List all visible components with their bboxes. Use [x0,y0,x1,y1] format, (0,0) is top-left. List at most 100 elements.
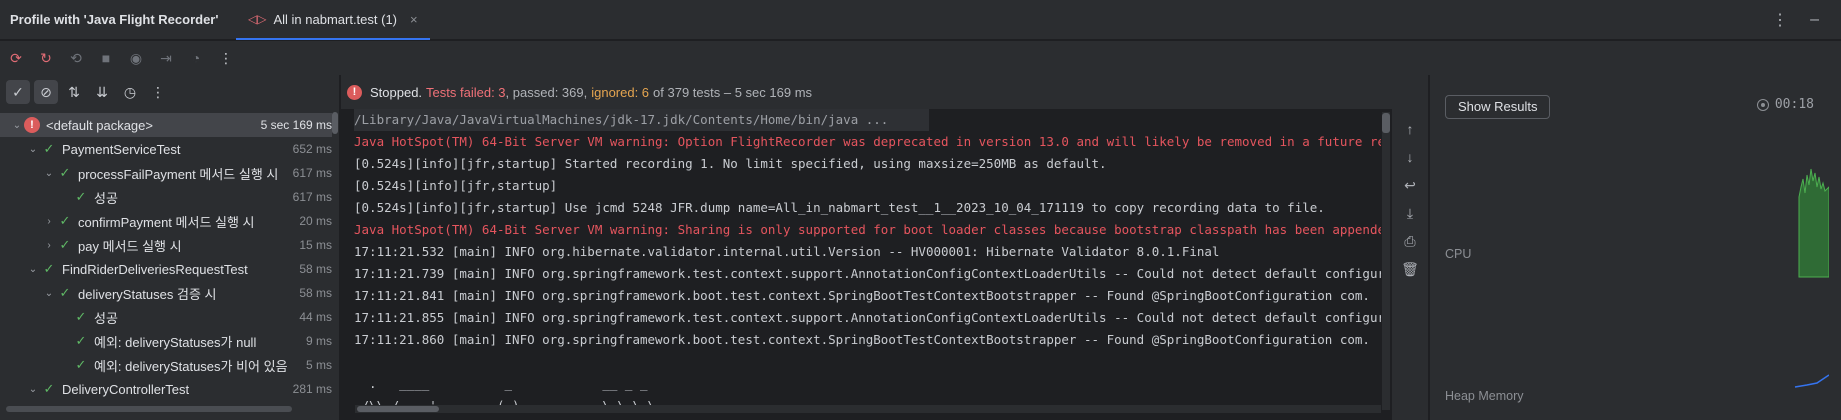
test-tree: ⌄! <default package> 5 sec 169 ms ⌄ ✓ Payment… [0,113,332,401]
tab-label: All in nabmart.test (1) [273,11,398,27]
minimize-icon[interactable]: – [1810,11,1819,29]
chevron-down-icon[interactable]: ⌄ [42,168,56,179]
test-passed-icon: ✓ [43,141,55,156]
tab-all-in-nabmart-test[interactable]: ◁▷ All in nabmart.test (1) × [236,0,430,40]
chevron-down-icon[interactable]: ⌄ [26,264,40,275]
tree-row-duration: 15 ms [296,233,332,257]
trash-icon[interactable]: 🗑 [1398,257,1422,281]
console-line: 17:11:21.532 [main] INFO org.hibernate.v… [354,244,1220,259]
console-line: Java HotSpot(TM) 64-Bit Server VM warnin… [354,134,1381,149]
stop-icon[interactable]: ■ [94,46,118,70]
test-failed-icon: ◁▷ [248,12,267,26]
chevron-right-icon[interactable]: › [42,240,56,251]
tree-row-duration: 617 ms [289,161,332,185]
tree-row[interactable]: ✓ 성공 44 ms [0,305,332,329]
rerun-failed-icon[interactable]: ⟳ [4,46,28,70]
console-output[interactable]: /Library/Java/JavaVirtualMachines/jdk-17… [341,109,1381,420]
tree-row-label: PaymentServiceTest [62,141,181,157]
tree-vertical-scrollbar[interactable] [332,112,338,134]
options-menu-icon[interactable]: ⋮ [1772,10,1788,30]
rerun-icon[interactable]: ↻ [34,46,58,70]
scroll-to-end-icon[interactable]: ⤓ [1398,201,1422,225]
test-passed-icon: ✓ [75,189,87,204]
test-passed-icon: ✓ [75,309,87,324]
chevron-down-icon[interactable]: ⌄ [42,288,56,299]
tree-row-label: 성공 [94,310,118,326]
tree-row-label: 성공 [94,190,118,206]
history-icon[interactable]: ◷ [118,80,142,104]
tree-row[interactable]: ✓ 예외: deliveryStatuses가 null 9 ms [0,329,332,353]
test-failed-icon: ! [24,117,40,133]
console-line: 17:11:21.841 [main] INFO org.springframe… [354,288,1370,303]
tree-row[interactable]: ⌄ ✓ processFailPayment 메서드 실행 시 617 ms [0,161,332,185]
tree-row-label: FindRiderDeliveriesRequestTest [62,261,248,277]
tree-row[interactable]: ⌄ ✓ deliveryStatuses 검증 시 58 ms [0,281,332,305]
export-icon[interactable]: ⇥ [154,46,178,70]
debug-failed-icon[interactable]: ⟲ [64,46,88,70]
status-ignored-count: ignored: 6 [591,84,650,100]
sort-duration-icon[interactable]: ⇊ [90,80,114,104]
tree-row-duration: 652 ms [289,137,332,161]
test-passed-icon: ✓ [43,381,55,396]
test-status-summary: ! Stopped. Tests failed: 3 , passed: 369… [341,75,1428,109]
up-arrow-icon[interactable]: ↑ [1398,117,1422,141]
error-icon: ! [347,84,362,100]
print-icon[interactable]: ⎙ [1398,229,1422,253]
close-tab-icon[interactable]: × [410,12,418,27]
console-line: 17:11:21.860 [main] INFO org.springframe… [354,332,1370,347]
console-horizontal-thumb[interactable] [357,406,439,412]
test-passed-icon: ✓ [59,285,71,300]
run-toolbar: ⟳ ↻ ⟲ ■ ◉ ⇥ ◔ ⋮ [0,41,1841,75]
tree-row-label: deliveryStatuses 검증 시 [78,286,217,302]
test-passed-icon: ✓ [59,165,71,180]
tree-row[interactable]: ⌄ ✓ DeliveryControllerTest 281 ms [0,377,332,401]
down-arrow-icon[interactable]: ↓ [1398,145,1422,169]
tree-row-duration: 9 ms [302,329,332,353]
sort-alpha-icon[interactable]: ⇅ [62,80,86,104]
title-bar: Profile with 'Java Flight Recorder' ◁▷ A… [0,0,1841,40]
console-line: Java HotSpot(TM) 64-Bit Server VM warnin… [354,222,1381,237]
test-passed-icon: ✓ [75,333,87,348]
coverage-icon[interactable]: ◔ [184,46,208,70]
console-line: [0.524s][info][jfr,startup] [354,178,558,193]
tree-row-duration: 44 ms [296,305,332,329]
tree-row[interactable]: › ✓ pay 메서드 실행 시 15 ms [0,233,332,257]
cpu-label: CPU [1445,247,1472,261]
more-icon[interactable]: ⋮ [146,80,170,104]
tree-row[interactable]: ✓ 예외: deliveryStatuses가 비어 있음 5 ms [0,353,332,377]
record-icon [1756,98,1769,111]
chevron-down-icon[interactable]: ⌄ [26,384,40,395]
console-side-toolbar: ↑ ↓ ↩ ⤓ ⎙ 🗑 [1392,109,1428,420]
tree-row[interactable]: ⌄ ✓ PaymentServiceTest 652 ms [0,137,332,161]
tree-row[interactable]: ⌄ ✓ FindRiderDeliveriesRequestTest 58 ms [0,257,332,281]
tree-row-duration: 617 ms [289,185,332,209]
status-total: of 379 tests – 5 sec 169 ms [653,84,813,100]
tree-row-label: <default package> [46,117,153,133]
tool-window-title: Profile with 'Java Flight Recorder' [10,12,219,27]
soft-wrap-icon[interactable]: ↩ [1398,173,1422,197]
tree-row[interactable]: ✓ 성공 617 ms [0,185,332,209]
show-ignored-icon[interactable]: ⊘ [34,80,58,104]
console-line: /Library/Java/JavaVirtualMachines/jdk-17… [354,109,929,131]
heap-memory-label: Heap Memory [1445,389,1524,403]
show-passed-icon[interactable]: ✓ [6,80,30,104]
test-passed-icon: ✓ [75,357,87,372]
show-results-button[interactable]: Show Results [1445,95,1551,119]
tree-row-label: pay 메서드 실행 시 [78,238,182,254]
tree-row[interactable]: ⌄! <default package> 5 sec 169 ms [0,113,332,137]
console-vertical-scrollbar[interactable] [1382,112,1390,410]
chevron-down-icon[interactable]: ⌄ [26,144,40,155]
status-failed-count: Tests failed: 3 [426,84,506,100]
tree-row[interactable]: › ✓ confirmPayment 메서드 실행 시 20 ms [0,209,332,233]
tree-horizontal-scrollbar[interactable] [6,406,292,412]
snapshot-icon[interactable]: ◉ [124,46,148,70]
more-icon[interactable]: ⋮ [214,46,238,70]
console-horizontal-scrollbar[interactable] [355,405,1381,413]
chevron-right-icon[interactable]: › [42,216,56,227]
chevron-down-icon[interactable]: ⌄ [10,120,24,131]
tree-row-duration: 58 ms [296,257,332,281]
tree-row-duration: 58 ms [296,281,332,305]
console-vertical-thumb[interactable] [1382,113,1390,133]
test-tree-panel: ✓ ⊘ ⇅ ⇊ ◷ ⋮ ⌄! <default package> 5 sec 169… [0,75,340,420]
